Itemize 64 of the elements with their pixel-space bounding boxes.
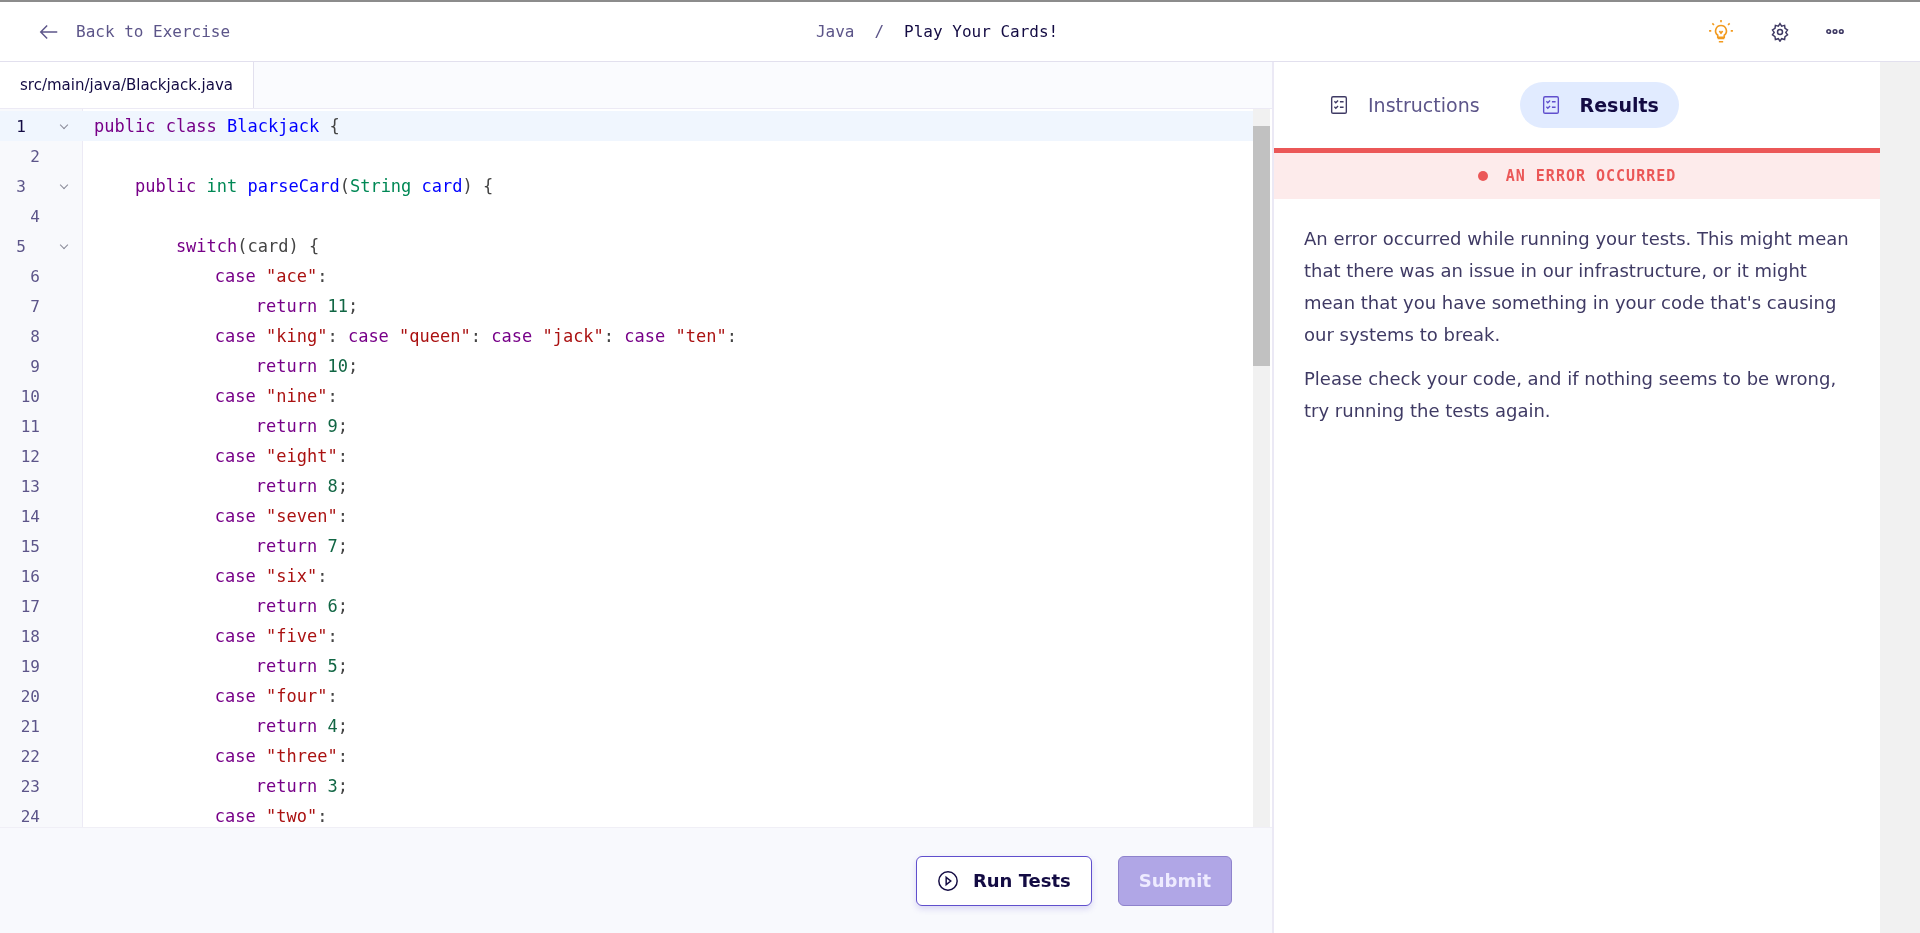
line-number: 7 xyxy=(29,296,41,316)
line-number: 12 xyxy=(19,446,41,466)
code-line: public int parseCard(String card) { xyxy=(133,176,494,196)
line-number: 18 xyxy=(19,626,41,646)
code-line: case "three": xyxy=(213,746,348,766)
line-number: 16 xyxy=(19,566,41,586)
line-number: 8 xyxy=(29,326,41,346)
line-number: 13 xyxy=(19,476,41,496)
exercise-title: Play Your Cards! xyxy=(904,22,1059,41)
lightbulb-icon xyxy=(1708,18,1734,45)
code-line: switch(card) { xyxy=(174,236,320,256)
code-line: return 7; xyxy=(254,536,348,556)
result-message: Please check your code, and if nothing seems to be wrong, try running the tests again. xyxy=(1304,367,1838,423)
line-number: 1 xyxy=(0,116,84,136)
back-link[interactable]: Back to Exercise xyxy=(38,20,231,43)
code-line: case "two": xyxy=(213,806,328,826)
line-number: 2 xyxy=(29,146,41,166)
line-number: 19 xyxy=(19,656,41,676)
code-line: return 11; xyxy=(254,296,359,316)
code-line: case "ace": xyxy=(213,266,328,286)
play-circle-icon xyxy=(936,869,959,892)
line-number: 24 xyxy=(19,806,41,826)
code-line: case "seven": xyxy=(213,506,348,526)
code-line: return 9; xyxy=(254,416,348,436)
run-tests-button[interactable]: Run Tests xyxy=(915,855,1092,906)
page-scrollbar[interactable] xyxy=(1880,62,1920,933)
line-number: 3 xyxy=(0,176,84,196)
breadcrumb-link[interactable]: Java xyxy=(815,22,855,41)
line-number: 11 xyxy=(19,416,41,436)
panel-tab[interactable]: Instructions xyxy=(1308,82,1500,128)
breadcrumb-separator: / xyxy=(874,22,885,41)
code-line: case "five": xyxy=(213,626,338,646)
line-number: 15 xyxy=(19,536,41,556)
more-dots-icon xyxy=(1826,28,1844,35)
file-tab[interactable]: src/main/java/Blackjack.java xyxy=(0,62,255,108)
code-line: public class Blackjack { xyxy=(93,116,340,136)
code-line: return 4; xyxy=(254,716,348,736)
code-line: case "nine": xyxy=(213,386,338,406)
line-number: 22 xyxy=(19,746,41,766)
line-number: 5 xyxy=(0,236,84,256)
status-label: AN ERROR OCCURRED xyxy=(1505,167,1677,185)
checklist-icon xyxy=(1328,94,1350,116)
line-number: 6 xyxy=(29,266,41,286)
line-number: 20 xyxy=(19,686,41,706)
line-number: 17 xyxy=(19,596,41,616)
code-line: case "eight": xyxy=(213,446,348,466)
code-line: return 10; xyxy=(254,356,359,376)
scrollbar-thumb[interactable] xyxy=(1253,126,1270,366)
panel-tab[interactable]: Results xyxy=(1519,82,1679,128)
line-number: 10 xyxy=(19,386,41,406)
code-line: return 6; xyxy=(254,596,348,616)
line-number: 21 xyxy=(19,716,41,736)
code-line: case "six": xyxy=(213,566,328,586)
line-number: 14 xyxy=(19,506,41,526)
code-line: return 3; xyxy=(254,776,348,796)
line-number: 4 xyxy=(29,206,41,226)
settings-icon xyxy=(1770,21,1790,42)
result-message: An error occurred while running your tests. This might mean that there was an issue in our infrastructure, or it might mean that you have something in your code that's causing our systems to break. xyxy=(1304,227,1850,347)
line-number: 23 xyxy=(19,776,41,796)
code-line: case "king": case "queen": case "jack": case "ten": xyxy=(213,326,737,346)
code-line: return 5; xyxy=(254,656,348,676)
line-number: 9 xyxy=(29,356,41,376)
code-line: case "four": xyxy=(213,686,338,706)
code-line: return 8; xyxy=(254,476,348,496)
